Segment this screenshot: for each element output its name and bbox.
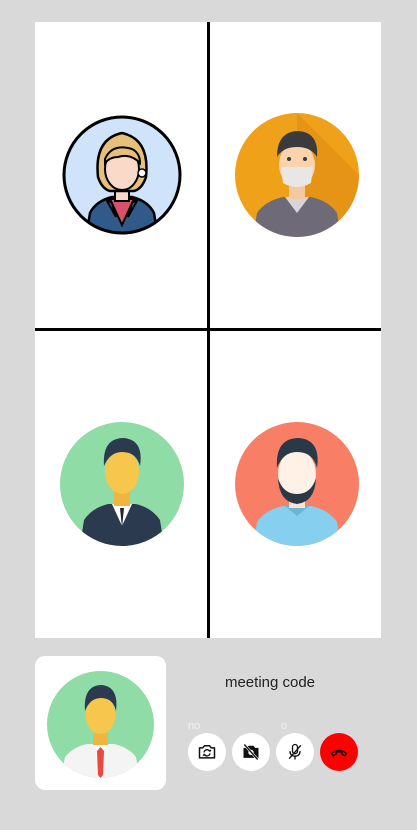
grid-divider-horizontal: [35, 328, 381, 331]
participant-tile-3[interactable]: [35, 331, 208, 637]
phone-hangup-icon: [330, 749, 348, 757]
camera-flip-icon: [198, 745, 216, 759]
switch-camera-button[interactable]: [188, 733, 226, 771]
faint-label-left: no: [188, 720, 201, 732]
meeting-code-label: meeting code: [224, 674, 316, 691]
man-mask-avatar: [234, 113, 359, 237]
participant-tile-4[interactable]: [210, 331, 383, 637]
faint-label-right: o: [281, 720, 288, 732]
man-suit-avatar: [59, 422, 184, 546]
self-view-card[interactable]: [35, 656, 166, 790]
man-beard-avatar: [234, 422, 359, 546]
participant-grid: [35, 22, 381, 638]
man-red-tie-avatar: [47, 671, 154, 778]
call-controls: [188, 733, 358, 773]
mic-off-icon: [288, 743, 302, 760]
mute-button[interactable]: [276, 733, 314, 771]
video-off-button[interactable]: [232, 733, 270, 771]
participant-tile-1[interactable]: [35, 22, 208, 328]
woman-blonde-avatar: [60, 113, 184, 237]
video-off-icon: [243, 743, 259, 761]
end-call-button[interactable]: [320, 733, 358, 771]
participant-tile-2[interactable]: [210, 22, 383, 328]
